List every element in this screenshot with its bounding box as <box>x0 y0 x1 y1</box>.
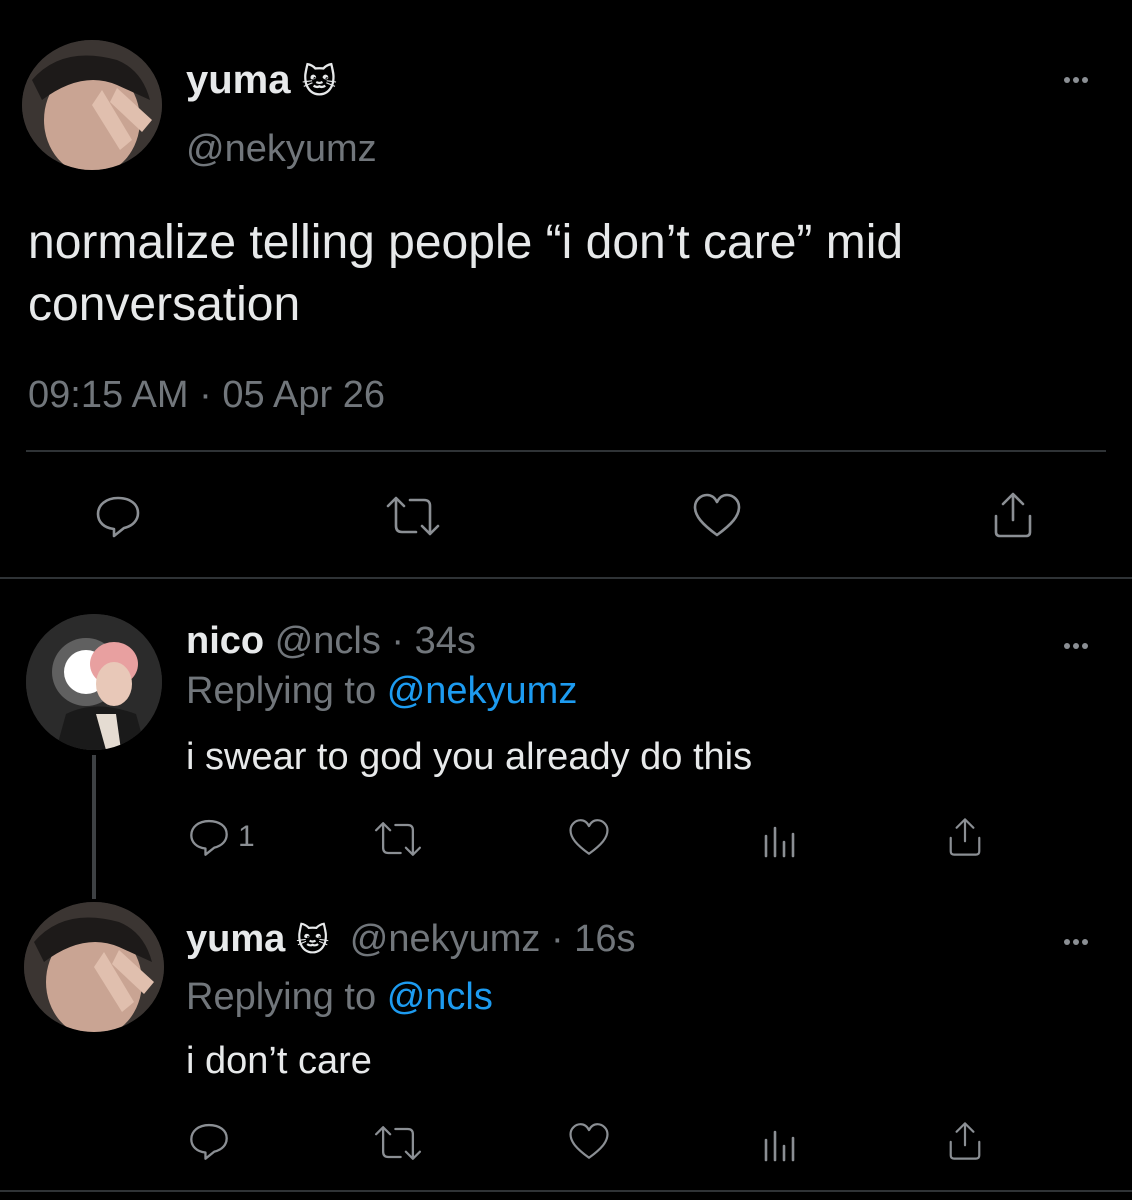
reply-button[interactable] <box>92 490 144 542</box>
avatar-yuma-reply[interactable] <box>24 902 164 1032</box>
main-display-name[interactable]: yuma 🐱 <box>186 58 337 103</box>
retweet-icon <box>374 1126 422 1160</box>
reply2-analytics-button[interactable] <box>760 1120 798 1164</box>
reply1-more-icon[interactable] <box>1064 636 1091 654</box>
reply1-age[interactable]: · 34s <box>391 620 475 662</box>
tweet-divider <box>0 577 1132 579</box>
reply2-reply-button[interactable] <box>186 1118 232 1164</box>
reply1-handle[interactable]: @ncls <box>275 620 381 662</box>
share-icon <box>949 1122 981 1160</box>
timestamp-divider <box>26 450 1106 452</box>
cat-badge-icon: 🐱 <box>295 922 330 958</box>
analytics-icon <box>764 826 795 858</box>
reply1-header: nico @ncls · 34s <box>186 620 476 663</box>
retweet-icon <box>386 496 440 536</box>
like-icon <box>569 819 609 855</box>
reply2-header: yuma 🐱 @nekyumz · 16s <box>186 918 635 961</box>
reply1-text: i swear to god you already do this <box>186 736 753 778</box>
replying-to-label: Replying to <box>186 670 377 712</box>
cat-badge-icon: 🐱 <box>301 63 338 101</box>
reply1-display-name[interactable]: nico <box>186 620 264 662</box>
reply2-handle[interactable]: @nekyumz <box>350 918 541 960</box>
retweet-icon <box>374 822 422 856</box>
reply2-text: i don’t care <box>186 1040 372 1082</box>
reply1-like-button[interactable] <box>566 816 612 858</box>
reply1-retweet-button[interactable] <box>372 818 424 860</box>
reply2-share-button[interactable] <box>944 1118 986 1164</box>
analytics-icon <box>764 1130 795 1162</box>
main-timestamp[interactable]: 09:15 AM · 05 Apr 26 <box>28 374 385 417</box>
retweet-button[interactable] <box>384 492 442 540</box>
reply2-display-name[interactable]: yuma <box>186 918 285 960</box>
replying-to-link[interactable]: @ncls <box>387 976 493 1018</box>
reply2-retweet-button[interactable] <box>372 1122 424 1164</box>
share-icon <box>949 818 981 856</box>
like-icon <box>569 1123 609 1159</box>
replying-to-link[interactable]: @nekyumz <box>387 670 578 712</box>
display-name-text: yuma <box>186 58 291 102</box>
reply1-analytics-button[interactable] <box>760 816 798 860</box>
reply2-age[interactable]: · 16s <box>551 918 635 960</box>
share-icon <box>994 492 1032 538</box>
reply1-share-button[interactable] <box>944 814 986 860</box>
more-options-icon[interactable] <box>1064 70 1091 88</box>
reply2-like-button[interactable] <box>566 1120 612 1162</box>
reply-thread-line <box>92 755 96 899</box>
reply1-replying-line: Replying to @nekyumz <box>186 670 577 713</box>
reply-icon <box>190 1123 228 1160</box>
reply2-more-icon[interactable] <box>1064 932 1091 950</box>
reply1-reply-count: 1 <box>238 820 255 853</box>
like-button[interactable] <box>690 490 744 540</box>
reply-icon <box>96 496 140 538</box>
reply2-replying-line: Replying to @ncls <box>186 976 493 1019</box>
replying-to-label: Replying to <box>186 976 377 1018</box>
bottom-divider <box>0 1190 1132 1192</box>
reply-icon <box>190 819 228 856</box>
main-handle[interactable]: @nekyumz <box>186 128 377 171</box>
share-button[interactable] <box>988 488 1038 542</box>
like-icon <box>693 493 741 537</box>
avatar-yuma[interactable] <box>22 40 162 170</box>
main-tweet-text: normalize telling people “i don’t care” … <box>28 216 904 331</box>
avatar-nico[interactable] <box>26 614 162 750</box>
reply1-reply-button[interactable]: 1 <box>186 814 255 860</box>
